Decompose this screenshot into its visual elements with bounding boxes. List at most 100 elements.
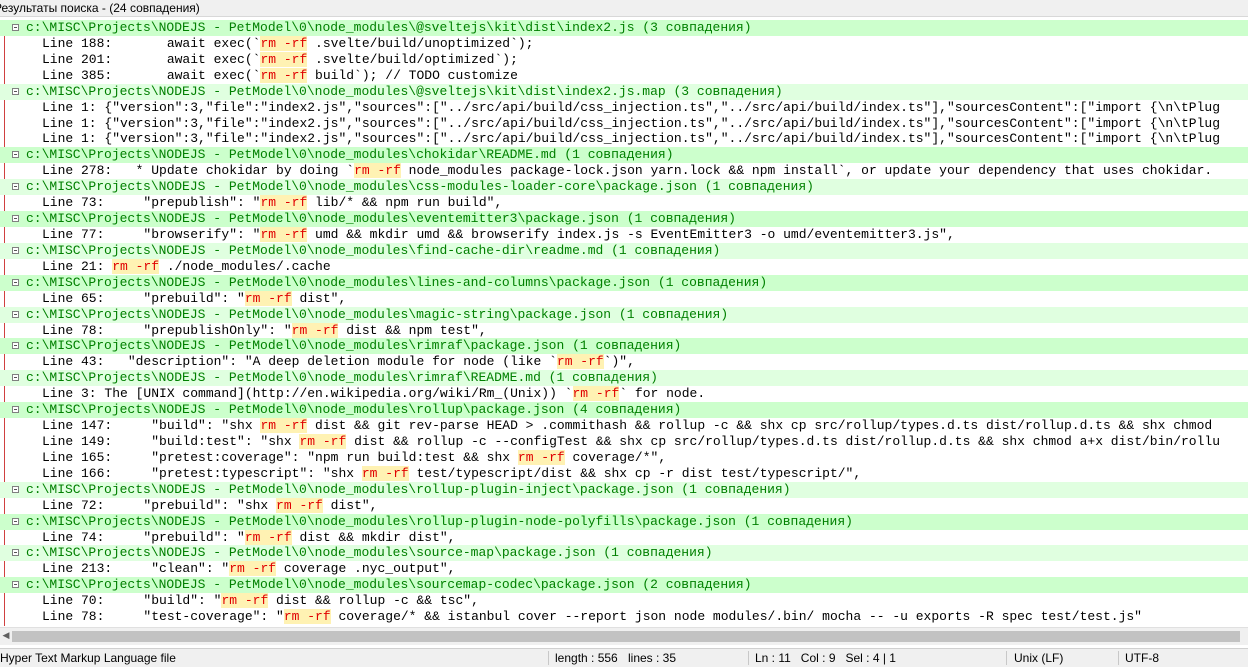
collapse-toggle-icon[interactable] xyxy=(12,151,19,159)
status-cursor-position: Ln : 11 Col : 9 Sel : 4 | 1 xyxy=(755,651,896,665)
result-line[interactable]: Line 165: "pretest:coverage": "npm run b… xyxy=(0,449,1248,466)
result-file-path: c:\MISC\Projects\NODEJS - PetModel\0\nod… xyxy=(26,274,768,290)
result-line[interactable]: Line 213: "clean": "rm -rf coverage .nyc… xyxy=(0,561,1248,577)
result-line[interactable]: Line 43: "description": "A deep deletion… xyxy=(0,354,1248,370)
status-separator xyxy=(1118,651,1119,665)
result-line-text: Line 78: "prepublishOnly": " xyxy=(42,322,292,338)
status-encoding[interactable]: UTF-8 xyxy=(1125,649,1159,667)
result-line-text: Line 1: {"version":3,"file":"index2.js",… xyxy=(42,115,1220,131)
result-line[interactable]: Line 78: "test-coverage": "rm -rf covera… xyxy=(0,609,1248,625)
result-file-header[interactable]: c:\MISC\Projects\NODEJS - PetModel\0\nod… xyxy=(0,338,1248,355)
result-line[interactable]: Line 201: await exec(`rm -rf .svelte/bui… xyxy=(0,51,1248,68)
result-line[interactable]: Line 73: "prepublish": "rm -rf lib/* && … xyxy=(0,195,1248,211)
result-line-text: Line 165: "pretest:coverage": "npm run b… xyxy=(42,449,518,465)
match-highlight: rm -rf xyxy=(291,322,339,338)
result-line[interactable]: Line 278: * Update chokidar by doing `rm… xyxy=(0,163,1248,179)
result-line[interactable]: Line 188: await exec(`rm -rf .svelte/bui… xyxy=(0,35,1248,52)
result-file-header[interactable]: c:\MISC\Projects\NODEJS - PetModel\0\nod… xyxy=(0,211,1248,227)
result-line-text: dist && mkdir dist", xyxy=(291,529,456,545)
result-file-header[interactable]: c:\MISC\Projects\NODEJS - PetModel\0\nod… xyxy=(0,481,1248,498)
result-file-header[interactable]: c:\MISC\Projects\NODEJS - PetModel\0\nod… xyxy=(0,179,1248,196)
result-line[interactable]: Line 166: "pretest:typescript": "shx rm … xyxy=(0,465,1248,482)
result-line-text: ` for node. xyxy=(619,386,706,402)
collapse-toggle-icon[interactable] xyxy=(12,278,19,286)
result-line-text: test/typescript/dist && shx cp -r dist t… xyxy=(408,465,862,481)
result-line[interactable]: Line 385: await exec(`rm -rf build`); //… xyxy=(0,67,1248,84)
result-line-text: Line 65: "prebuild": " xyxy=(42,290,245,306)
result-line-text: dist && npm test", xyxy=(338,322,487,338)
result-file-path: c:\MISC\Projects\NODEJS - PetModel\0\nod… xyxy=(26,83,783,99)
collapse-toggle-icon[interactable] xyxy=(12,374,19,382)
collapse-toggle-icon[interactable] xyxy=(12,183,19,191)
result-file-header[interactable]: c:\MISC\Projects\NODEJS - PetModel\0\nod… xyxy=(0,147,1248,164)
result-line[interactable]: Line 149: "build:test": "shx rm -rf dist… xyxy=(0,433,1248,450)
result-file-header[interactable]: c:\MISC\Projects\NODEJS - PetModel\0\nod… xyxy=(0,242,1248,259)
result-file-header[interactable]: c:\MISC\Projects\NODEJS - PetModel\0\nod… xyxy=(0,274,1248,291)
search-results-list[interactable]: c:\MISC\Projects\NODEJS - PetModel\0\nod… xyxy=(0,20,1248,626)
result-line-text: Line 166: "pretest:typescript": "shx xyxy=(42,465,362,481)
status-separator xyxy=(1006,651,1007,665)
result-line[interactable]: Line 3: The [UNIX command](http://en.wik… xyxy=(0,386,1248,402)
result-file-header[interactable]: c:\MISC\Projects\NODEJS - PetModel\0\nod… xyxy=(0,513,1248,530)
result-line[interactable]: Line 1: {"version":3,"file":"index2.js",… xyxy=(0,116,1248,132)
match-highlight: rm -rf xyxy=(276,497,323,513)
result-file-header[interactable]: c:\MISC\Projects\NODEJS - PetModel\0\nod… xyxy=(0,545,1248,562)
result-line-text: Line 70: "build": " xyxy=(42,593,222,609)
result-file-header[interactable]: c:\MISC\Projects\NODEJS - PetModel\0\nod… xyxy=(0,402,1248,419)
collapse-toggle-icon[interactable] xyxy=(12,549,19,557)
result-file-path: c:\MISC\Projects\NODEJS - PetModel\0\nod… xyxy=(26,338,682,354)
result-line-text: Line 149: "build:test": "shx xyxy=(42,433,300,449)
collapse-toggle-icon[interactable] xyxy=(12,310,19,318)
result-file-path: c:\MISC\Projects\NODEJS - PetModel\0\nod… xyxy=(26,242,721,258)
result-line[interactable]: Line 65: "prebuild": "rm -rf dist", xyxy=(0,290,1248,307)
result-line-text: coverage/* && istanbul cover --report js… xyxy=(330,609,1142,625)
result-file-header[interactable]: c:\MISC\Projects\NODEJS - PetModel\0\nod… xyxy=(0,370,1248,387)
result-line-text: Line 188: await exec(` xyxy=(42,35,261,51)
result-line-text: Line 78: "test-coverage": " xyxy=(42,609,284,625)
match-highlight: rm -rf xyxy=(572,386,620,402)
horizontal-scrollbar[interactable]: ◀ xyxy=(0,627,1248,645)
result-line-text: Line 201: await exec(` xyxy=(42,51,261,67)
match-highlight: rm -rf xyxy=(361,465,409,481)
collapse-toggle-icon[interactable] xyxy=(12,406,19,414)
result-file-header[interactable]: c:\MISC\Projects\NODEJS - PetModel\0\nod… xyxy=(0,306,1248,323)
result-line-text: dist", xyxy=(322,497,378,513)
collapse-toggle-icon[interactable] xyxy=(12,24,19,31)
result-line[interactable]: Line 78: "prepublishOnly": "rm -rf dist … xyxy=(0,322,1248,339)
collapse-toggle-icon[interactable] xyxy=(12,246,19,254)
collapse-toggle-icon[interactable] xyxy=(12,517,19,525)
result-line[interactable]: Line 70: "build": "rm -rf dist && rollup… xyxy=(0,593,1248,609)
result-line[interactable]: Line 77: "browserify": "rm -rf umd && mk… xyxy=(0,226,1248,243)
match-highlight: rm -rf xyxy=(244,529,292,545)
status-eol[interactable]: Unix (LF) xyxy=(1014,649,1063,667)
result-line[interactable]: Line 1: {"version":3,"file":"index2.js",… xyxy=(0,131,1248,147)
result-file-path: c:\MISC\Projects\NODEJS - PetModel\0\nod… xyxy=(26,545,713,561)
match-highlight: rm -rf xyxy=(260,418,308,434)
result-file-header[interactable]: c:\MISC\Projects\NODEJS - PetModel\0\nod… xyxy=(0,20,1248,36)
collapse-toggle-icon[interactable] xyxy=(12,87,19,95)
result-file-path: c:\MISC\Projects\NODEJS - PetModel\0\nod… xyxy=(26,370,658,386)
result-file-header[interactable]: c:\MISC\Projects\NODEJS - PetModel\0\nod… xyxy=(0,577,1248,594)
result-line[interactable]: Line 72: "prebuild": "shx rm -rf dist", xyxy=(0,497,1248,514)
horizontal-scrollbar-thumb[interactable] xyxy=(12,631,1240,642)
collapse-toggle-icon[interactable] xyxy=(12,215,19,223)
collapse-toggle-icon[interactable] xyxy=(12,485,19,493)
result-line-text: Line 43: "description": "A deep deletion… xyxy=(42,354,557,370)
scroll-left-arrow-icon[interactable]: ◀ xyxy=(0,628,12,645)
result-line[interactable]: Line 1: {"version":3,"file":"index2.js",… xyxy=(0,100,1248,116)
result-line[interactable]: Line 74: "prebuild": "rm -rf dist && mkd… xyxy=(0,529,1248,546)
status-separator xyxy=(548,651,549,665)
match-highlight: rm -rf xyxy=(299,433,347,449)
result-file-path: c:\MISC\Projects\NODEJS - PetModel\0\nod… xyxy=(26,147,674,163)
result-line[interactable]: Line 147: "build": "shx rm -rf dist && g… xyxy=(0,418,1248,434)
result-line-text: Line 73: "prepublish": " xyxy=(42,195,261,211)
collapse-toggle-icon[interactable] xyxy=(12,342,19,350)
result-line-text: dist && rollup -c --configTest && shx cp… xyxy=(346,433,1221,449)
result-line-text: Line 1: {"version":3,"file":"index2.js",… xyxy=(42,99,1220,115)
result-line-text: ./node_modules/.cache xyxy=(159,258,331,274)
result-line[interactable]: Line 21: rm -rf ./node_modules/.cache xyxy=(0,258,1248,275)
collapse-toggle-icon[interactable] xyxy=(12,581,19,589)
status-bar: Hyper Text Markup Language file length :… xyxy=(0,648,1248,667)
result-file-path: c:\MISC\Projects\NODEJS - PetModel\0\nod… xyxy=(26,211,736,227)
result-file-header[interactable]: c:\MISC\Projects\NODEJS - PetModel\0\nod… xyxy=(0,83,1248,100)
